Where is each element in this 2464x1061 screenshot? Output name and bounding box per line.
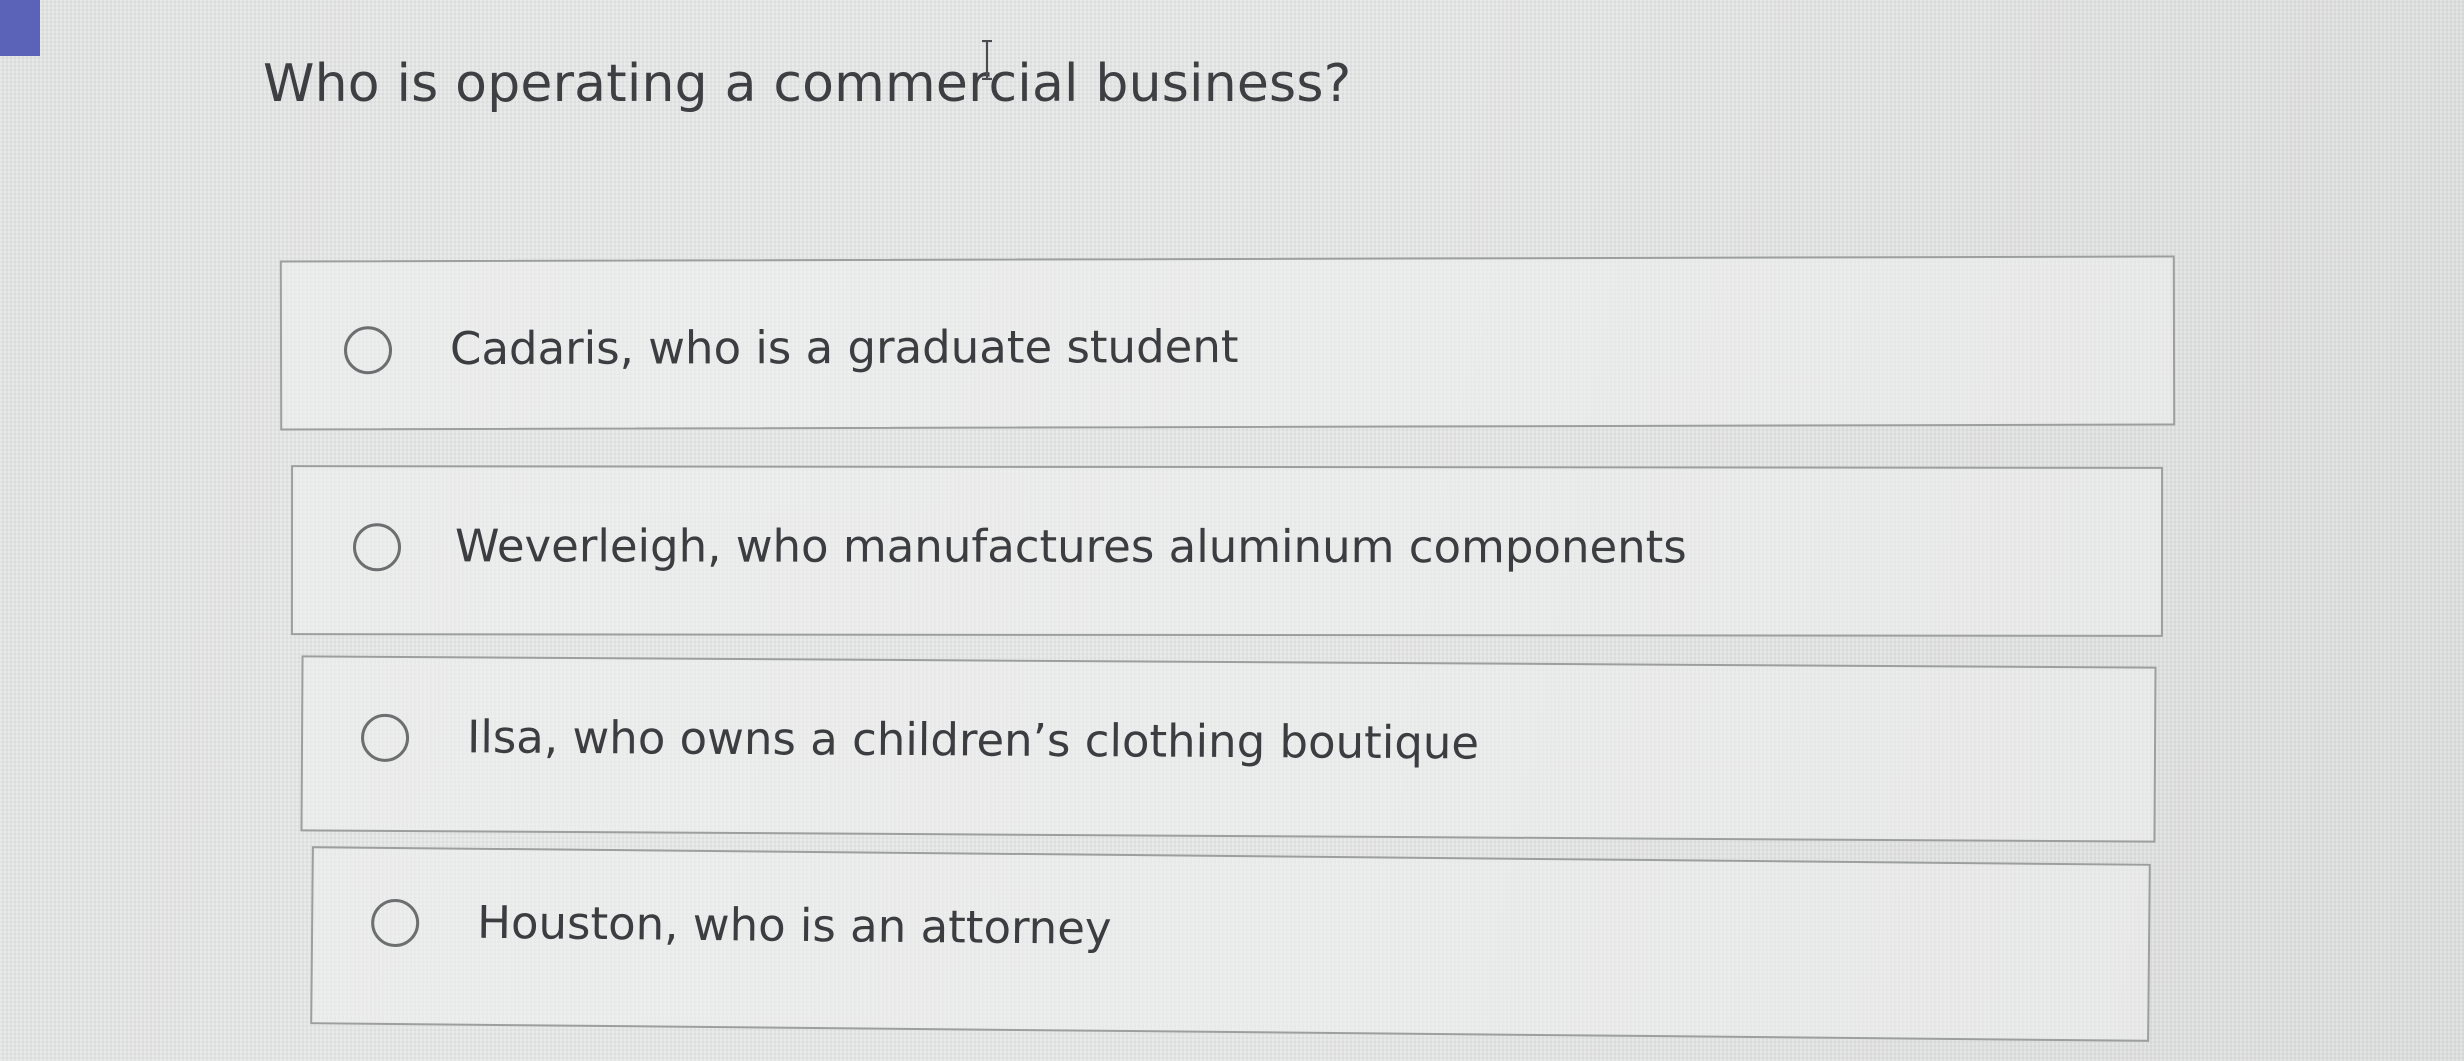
answer-option-label: Cadaris, who is a graduate student [449, 319, 1239, 376]
answer-option-cadaris[interactable]: Cadaris, who is a graduate student [279, 255, 2176, 431]
radio-unchecked-icon[interactable] [370, 898, 420, 948]
question-text: Who is operating a commercial business? [263, 54, 1352, 114]
radio-unchecked-icon[interactable] [352, 523, 402, 572]
answer-option-weverleigh[interactable]: Weverleigh, who manufactures aluminum co… [290, 465, 2164, 637]
radio-unchecked-icon[interactable] [343, 326, 393, 375]
answer-option-label: Weverleigh, who manufactures aluminum co… [454, 519, 1687, 574]
answer-option-houston[interactable]: Houston, who is an attorney [310, 846, 2151, 1042]
answer-option-ilsa[interactable]: Ilsa, who owns a children’s clothing bou… [300, 655, 2157, 843]
text-cursor-icon [982, 40, 992, 80]
answer-option-label: Houston, who is an attorney [476, 895, 1112, 955]
radio-unchecked-icon[interactable] [360, 713, 410, 762]
answer-option-label: Ilsa, who owns a children’s clothing bou… [466, 710, 1480, 770]
corner-accent-bar [0, 0, 40, 56]
